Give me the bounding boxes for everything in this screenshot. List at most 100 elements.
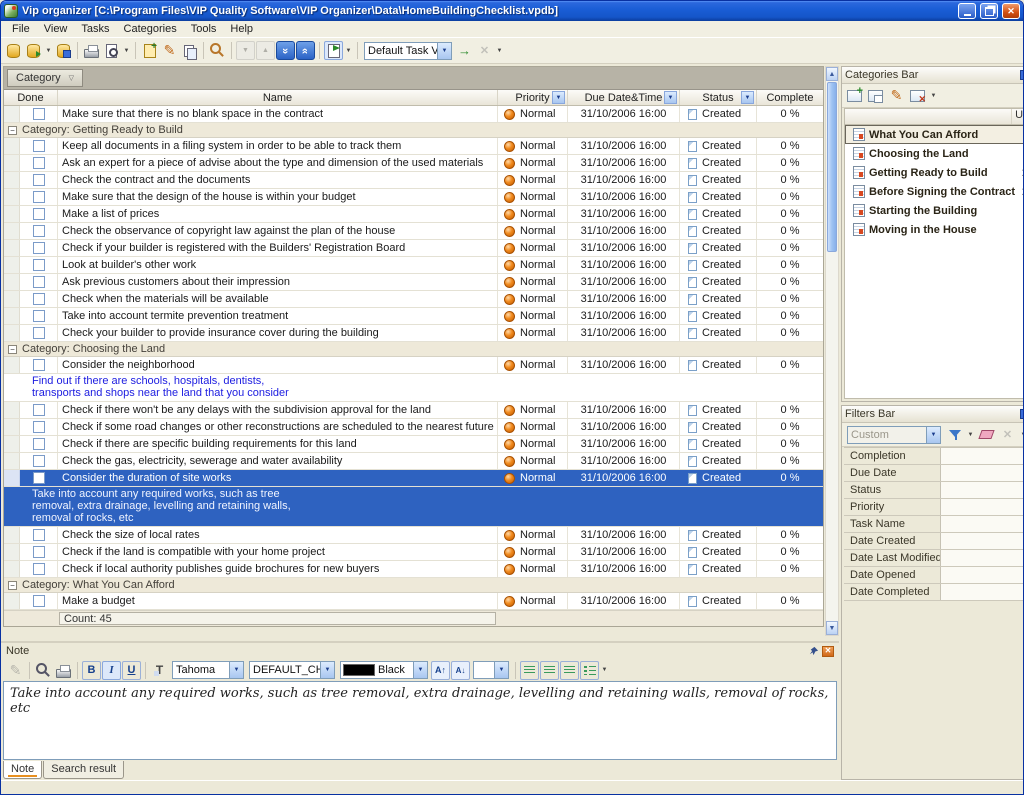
category-item[interactable]: Choosing the Land99 xyxy=(845,144,1023,163)
color-combo[interactable]: Black xyxy=(340,661,428,679)
filter-row[interactable]: Date Opened xyxy=(844,567,1023,584)
menu-arrow-icon[interactable] xyxy=(495,41,504,60)
task-note-row[interactable]: Find out if there are schools, hospitals… xyxy=(4,374,823,402)
done-checkbox[interactable] xyxy=(33,276,45,288)
menu-arrow-icon[interactable] xyxy=(44,41,53,60)
done-checkbox[interactable] xyxy=(33,225,45,237)
column-header-due[interactable]: Due Date&Time xyxy=(568,90,680,105)
categories-restore-icon[interactable] xyxy=(1020,70,1023,80)
category-group-row[interactable]: −Category: What You Can Afford xyxy=(4,578,823,593)
filter-value-field[interactable] xyxy=(940,499,1023,515)
font-shrink-icon[interactable] xyxy=(451,661,470,680)
charset-combo[interactable]: DEFAULT_CHAR xyxy=(249,661,335,679)
save-database-icon[interactable] xyxy=(54,41,73,60)
category-item[interactable]: Moving in the House44 xyxy=(845,220,1023,239)
bullet-list-icon[interactable] xyxy=(580,661,599,680)
filter-value-field[interactable] xyxy=(940,533,1023,549)
menu-arrow-icon[interactable] xyxy=(1019,425,1023,444)
delete-category-icon[interactable] xyxy=(908,86,927,105)
collapse-icon[interactable]: − xyxy=(8,581,17,590)
filter-value-field[interactable] xyxy=(940,482,1023,498)
task-row[interactable]: Keep all documents in a filing system in… xyxy=(4,138,823,155)
new-task-icon[interactable] xyxy=(140,41,159,60)
scrollbar-thumb[interactable] xyxy=(827,82,837,252)
edit-task-icon[interactable] xyxy=(160,41,179,60)
done-checkbox[interactable] xyxy=(33,438,45,450)
done-checkbox[interactable] xyxy=(33,108,45,120)
view-selector-combo[interactable]: Default Task V xyxy=(364,42,452,60)
print-preview-icon[interactable] xyxy=(102,41,121,60)
done-checkbox[interactable] xyxy=(33,157,45,169)
italic-icon[interactable] xyxy=(102,661,121,680)
collapse-icon[interactable]: − xyxy=(8,126,17,135)
task-row[interactable]: Check if some road changes or other reco… xyxy=(4,419,823,436)
done-checkbox[interactable] xyxy=(33,421,45,433)
menu-arrow-icon[interactable] xyxy=(966,425,975,444)
zoom-note-icon[interactable] xyxy=(34,661,53,680)
filter-row[interactable]: Status xyxy=(844,482,1023,499)
font-grow-icon[interactable] xyxy=(431,661,450,680)
filter-value-field[interactable] xyxy=(940,465,1023,481)
group-by-category-button[interactable]: Category ▽ xyxy=(7,69,83,87)
print-icon[interactable] xyxy=(82,41,101,60)
tab-search-result[interactable]: Search result xyxy=(43,761,124,779)
align-left-icon[interactable] xyxy=(520,661,539,680)
done-checkbox[interactable] xyxy=(33,472,45,484)
task-row[interactable]: Check if there are specific building req… xyxy=(4,436,823,453)
menu-arrow-icon[interactable] xyxy=(344,41,353,60)
done-checkbox[interactable] xyxy=(33,563,45,575)
minimize-button[interactable] xyxy=(958,3,976,19)
align-right-icon[interactable] xyxy=(560,661,579,680)
task-row[interactable]: Check when the materials will be availab… xyxy=(4,291,823,308)
filter-row[interactable]: Date Completed xyxy=(844,584,1023,601)
close-button[interactable]: ✕ xyxy=(1002,3,1020,19)
task-row[interactable]: Check if there won't be any delays with … xyxy=(4,402,823,419)
task-row[interactable]: Make a list of pricesNormal31/10/2006 16… xyxy=(4,206,823,223)
column-header-priority[interactable]: Priority xyxy=(498,90,568,105)
done-checkbox[interactable] xyxy=(33,208,45,220)
done-checkbox[interactable] xyxy=(33,595,45,607)
align-center-icon[interactable] xyxy=(540,661,559,680)
filter-row[interactable]: Date Created xyxy=(844,533,1023,550)
filter-row[interactable]: Completion xyxy=(844,448,1023,465)
underline-icon[interactable] xyxy=(122,661,141,680)
menu-arrow-icon[interactable] xyxy=(929,86,938,105)
combo-dropdown-icon[interactable] xyxy=(494,662,508,678)
scrollbar-track[interactable] xyxy=(826,253,838,621)
duplicate-task-icon[interactable] xyxy=(180,41,199,60)
filter-value-field[interactable] xyxy=(940,448,1023,464)
column-header-done[interactable]: Done xyxy=(4,90,58,105)
task-row[interactable]: Make a budgetNormal31/10/2006 16:00Creat… xyxy=(4,593,823,610)
task-row[interactable]: Check the observance of copyright law ag… xyxy=(4,223,823,240)
add-category-icon[interactable] xyxy=(845,86,864,105)
done-checkbox[interactable] xyxy=(33,546,45,558)
priority-filter-icon[interactable] xyxy=(552,91,565,104)
task-note-row[interactable]: Take into account any required works, su… xyxy=(4,487,823,527)
done-checkbox[interactable] xyxy=(33,259,45,271)
done-checkbox[interactable] xyxy=(33,359,45,371)
filter-row[interactable]: Date Last Modified xyxy=(844,550,1023,567)
task-row[interactable]: Make sure that there is no blank space i… xyxy=(4,106,823,123)
task-row[interactable]: Check the contract and the documentsNorm… xyxy=(4,172,823,189)
clear-filter-icon[interactable] xyxy=(977,425,996,444)
combo-dropdown-icon[interactable] xyxy=(320,662,334,678)
task-row[interactable]: Check if local authority publishes guide… xyxy=(4,561,823,578)
font-combo[interactable]: Tahoma xyxy=(172,661,244,679)
filter-value-field[interactable] xyxy=(940,584,1023,600)
task-row[interactable]: Consider the duration of site worksNorma… xyxy=(4,470,823,487)
task-row[interactable]: Consider the neighborhoodNormal31/10/200… xyxy=(4,357,823,374)
category-item[interactable]: Before Signing the Contract1010 xyxy=(845,182,1023,201)
bold-icon[interactable] xyxy=(82,661,101,680)
menu-file[interactable]: File xyxy=(5,22,37,36)
collapse-all-icon[interactable] xyxy=(296,41,315,60)
task-row[interactable]: Check your builder to provide insurance … xyxy=(4,325,823,342)
menu-tasks[interactable]: Tasks xyxy=(74,22,116,36)
vertical-scrollbar[interactable]: ▲ ▼ xyxy=(825,66,839,636)
note-close-icon[interactable] xyxy=(822,646,834,657)
collapse-icon[interactable]: − xyxy=(8,345,17,354)
scroll-down-icon[interactable]: ▼ xyxy=(826,621,838,635)
scroll-up-icon[interactable]: ▲ xyxy=(826,67,838,81)
add-subcategory-icon[interactable] xyxy=(866,86,885,105)
column-header-name[interactable]: Name xyxy=(58,90,498,105)
task-row[interactable]: Ask an expert for a piece of advise abou… xyxy=(4,155,823,172)
